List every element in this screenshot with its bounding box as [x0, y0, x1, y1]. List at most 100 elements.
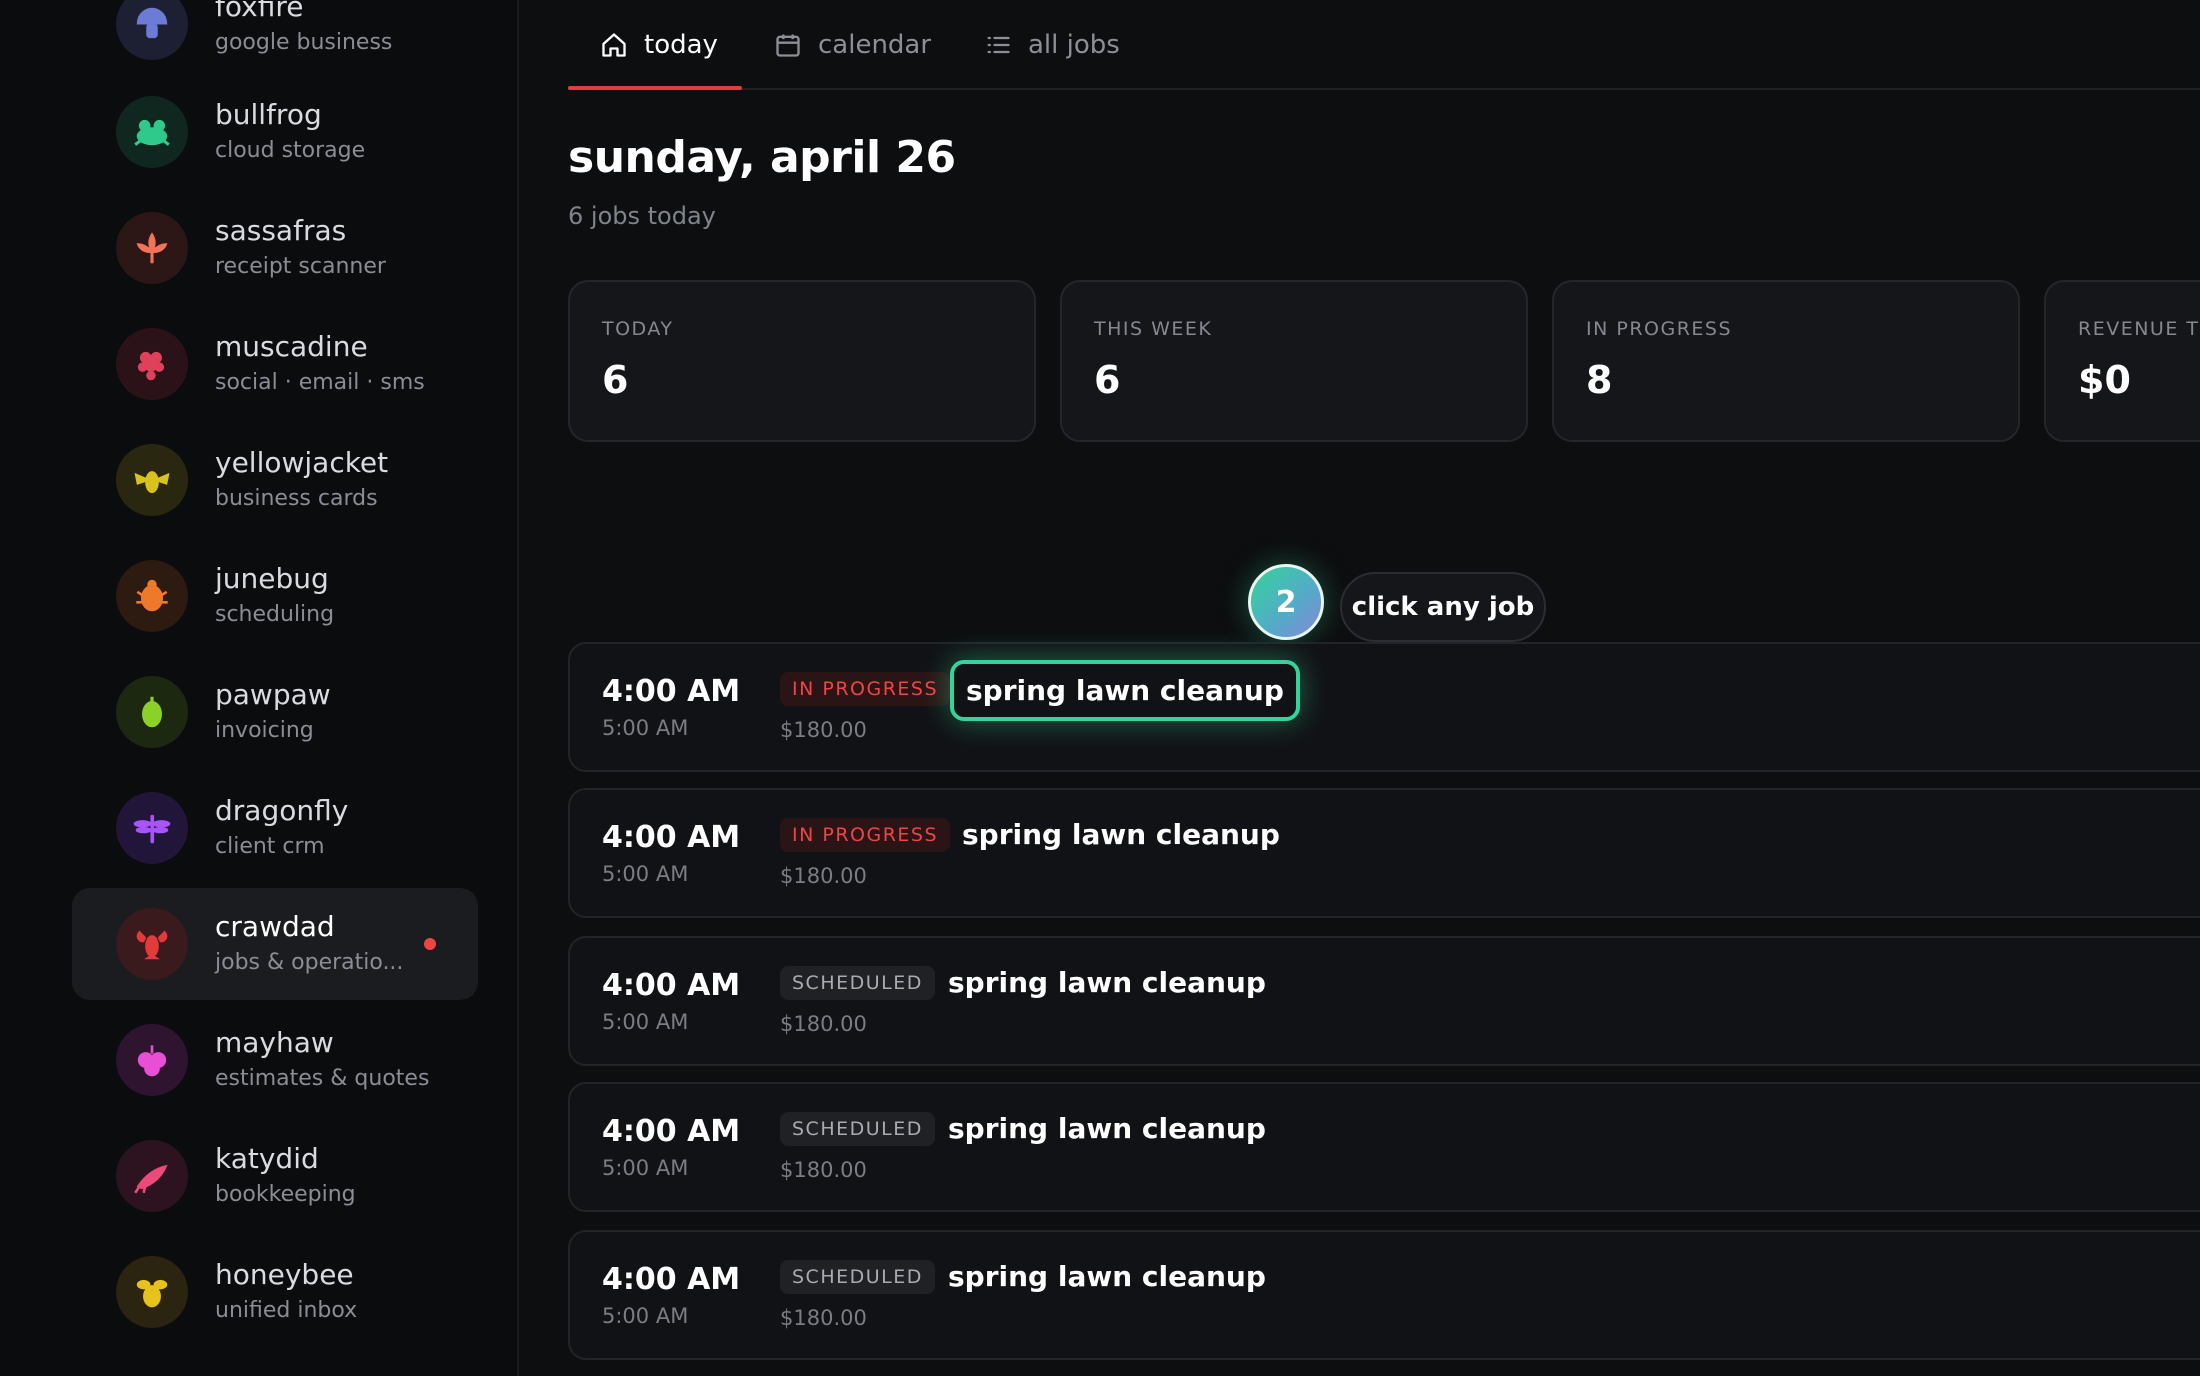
job-row[interactable]: 4:00 AM 5:00 AM SCHEDULED spring lawn cl…: [568, 1230, 2200, 1360]
wasp-icon: [116, 444, 188, 516]
tab-label: calendar: [818, 30, 932, 60]
sidebar-item-muscadine[interactable]: muscadine social · email · sms: [72, 308, 478, 420]
notification-dot: [424, 938, 436, 950]
stat-card-revenue: REVENUE TI $0: [2044, 280, 2200, 442]
stat-label: TODAY: [602, 318, 674, 340]
page-title: sunday, april 26: [568, 132, 956, 183]
stat-value: $0: [2078, 358, 2131, 402]
sidebar-item-subtitle: cloud storage: [215, 138, 366, 163]
sidebar-item-name: junebug: [215, 562, 329, 595]
status-badge: IN PROGRESS: [780, 672, 951, 706]
crayfish-icon: [116, 908, 188, 980]
status-badge: SCHEDULED: [780, 1112, 935, 1146]
home-icon: [602, 33, 626, 57]
app-sidebar: foxfire google business bullfrog cloud s…: [0, 0, 519, 1376]
sidebar-item-subtitle: business cards: [215, 486, 378, 511]
sidebar-item-name: yellowjacket: [215, 446, 389, 479]
stat-card-in-progress: IN PROGRESS 8: [1552, 280, 2020, 442]
sidebar-item-honeybee[interactable]: honeybee unified inbox: [72, 1236, 478, 1348]
sidebar-item-subtitle: receipt scanner: [215, 254, 386, 279]
active-tab-indicator: [568, 86, 742, 90]
sidebar-item-dragonfly[interactable]: dragonfly client crm: [72, 772, 478, 884]
sidebar-item-subtitle: google business: [215, 30, 393, 55]
job-start-time: 4:00 AM: [602, 1114, 741, 1149]
job-price: $180.00: [780, 864, 867, 888]
calendar-icon: [776, 34, 800, 57]
sidebar-item-name: crawdad: [215, 910, 335, 943]
job-title[interactable]: spring lawn cleanup: [948, 966, 1266, 999]
job-end-time: 5:00 AM: [602, 1156, 689, 1180]
job-end-time: 5:00 AM: [602, 716, 689, 740]
job-start-time: 4:00 AM: [602, 1262, 741, 1297]
sidebar-item-subtitle: bookkeeping: [215, 1182, 356, 1207]
grapes-icon: [116, 328, 188, 400]
job-price: $180.00: [780, 1012, 867, 1036]
sidebar-item-name: honeybee: [215, 1258, 354, 1291]
job-start-time: 4:00 AM: [602, 674, 741, 709]
tutorial-hint: click any job: [1340, 572, 1546, 642]
jobs-count: 6 jobs today: [568, 202, 716, 230]
job-row[interactable]: 4:00 AM 5:00 AM IN PROGRESS spring lawn …: [568, 642, 2200, 772]
tab-calendar[interactable]: calendar: [774, 0, 931, 90]
job-start-time: 4:00 AM: [602, 820, 741, 855]
sidebar-item-mayhaw[interactable]: mayhaw estimates & quotes: [72, 1004, 478, 1116]
status-badge: SCHEDULED: [780, 1260, 935, 1294]
stat-value: 6: [602, 358, 629, 402]
tab-today[interactable]: today: [600, 0, 718, 90]
stat-card-today: TODAY 6: [568, 280, 1036, 442]
job-title[interactable]: spring lawn cleanup: [962, 818, 1280, 851]
job-price: $180.00: [780, 718, 867, 742]
sidebar-item-pawpaw[interactable]: pawpaw invoicing: [72, 656, 478, 768]
stat-label: THIS WEEK: [1094, 318, 1213, 340]
stat-value: 8: [1586, 358, 1613, 402]
job-row[interactable]: 4:00 AM 5:00 AM SCHEDULED spring lawn cl…: [568, 1082, 2200, 1212]
sidebar-item-subtitle: client crm: [215, 834, 325, 859]
fruit-icon: [116, 676, 188, 748]
job-price: $180.00: [780, 1158, 867, 1182]
job-title[interactable]: spring lawn cleanup: [948, 1260, 1266, 1293]
job-row[interactable]: 4:00 AM 5:00 AM IN PROGRESS spring lawn …: [568, 788, 2200, 918]
job-end-time: 5:00 AM: [602, 1304, 689, 1328]
frog-icon: [116, 96, 188, 168]
job-row[interactable]: 4:00 AM 5:00 AM SCHEDULED spring lawn cl…: [568, 936, 2200, 1066]
stat-label: REVENUE TI: [2078, 318, 2200, 340]
job-end-time: 5:00 AM: [602, 1010, 689, 1034]
sidebar-item-bullfrog[interactable]: bullfrog cloud storage: [72, 76, 478, 188]
sidebar-item-name: foxfire: [215, 0, 304, 23]
bee-icon: [116, 1256, 188, 1328]
tutorial-step-badge: 2: [1248, 564, 1324, 640]
sidebar-item-junebug[interactable]: junebug scheduling: [72, 540, 478, 652]
job-start-time: 4:00 AM: [602, 968, 741, 1003]
view-tabs: today calendar all jobs: [568, 0, 2200, 90]
sidebar-item-name: bullfrog: [215, 98, 322, 131]
sidebar-item-name: dragonfly: [215, 794, 349, 827]
status-badge: SCHEDULED: [780, 966, 935, 1000]
tab-label: all jobs: [1028, 30, 1120, 60]
tab-all-jobs[interactable]: all jobs: [984, 0, 1120, 90]
leaf-icon: [116, 212, 188, 284]
sidebar-item-sassafras[interactable]: sassafras receipt scanner: [72, 192, 478, 304]
sidebar-item-crawdad[interactable]: crawdad jobs & operatio...: [72, 888, 478, 1000]
list-icon: [987, 36, 1010, 54]
sidebar-item-subtitle: social · email · sms: [215, 370, 425, 395]
job-title[interactable]: spring lawn cleanup: [948, 1112, 1266, 1145]
stat-card-this-week: THIS WEEK 6: [1060, 280, 1528, 442]
job-end-time: 5:00 AM: [602, 862, 689, 886]
beetle-icon: [116, 560, 188, 632]
job-price: $180.00: [780, 1306, 867, 1330]
job-title[interactable]: spring lawn cleanup: [950, 660, 1300, 721]
status-badge: IN PROGRESS: [780, 818, 951, 852]
sidebar-item-foxfire[interactable]: foxfire google business: [72, 0, 478, 80]
sidebar-item-subtitle: unified inbox: [215, 1298, 358, 1323]
sidebar-item-name: mayhaw: [215, 1026, 334, 1059]
stat-value: 6: [1094, 358, 1121, 402]
sidebar-item-subtitle: estimates & quotes: [215, 1066, 430, 1091]
sidebar-item-katydid[interactable]: katydid bookkeeping: [72, 1120, 478, 1232]
stat-label: IN PROGRESS: [1586, 318, 1733, 340]
sidebar-item-subtitle: jobs & operatio...: [215, 950, 404, 975]
sidebar-item-name: katydid: [215, 1142, 319, 1175]
sidebar-item-yellowjacket[interactable]: yellowjacket business cards: [72, 424, 478, 536]
dragonfly-icon: [116, 792, 188, 864]
sidebar-item-name: pawpaw: [215, 678, 331, 711]
mushroom-icon: [116, 0, 188, 60]
